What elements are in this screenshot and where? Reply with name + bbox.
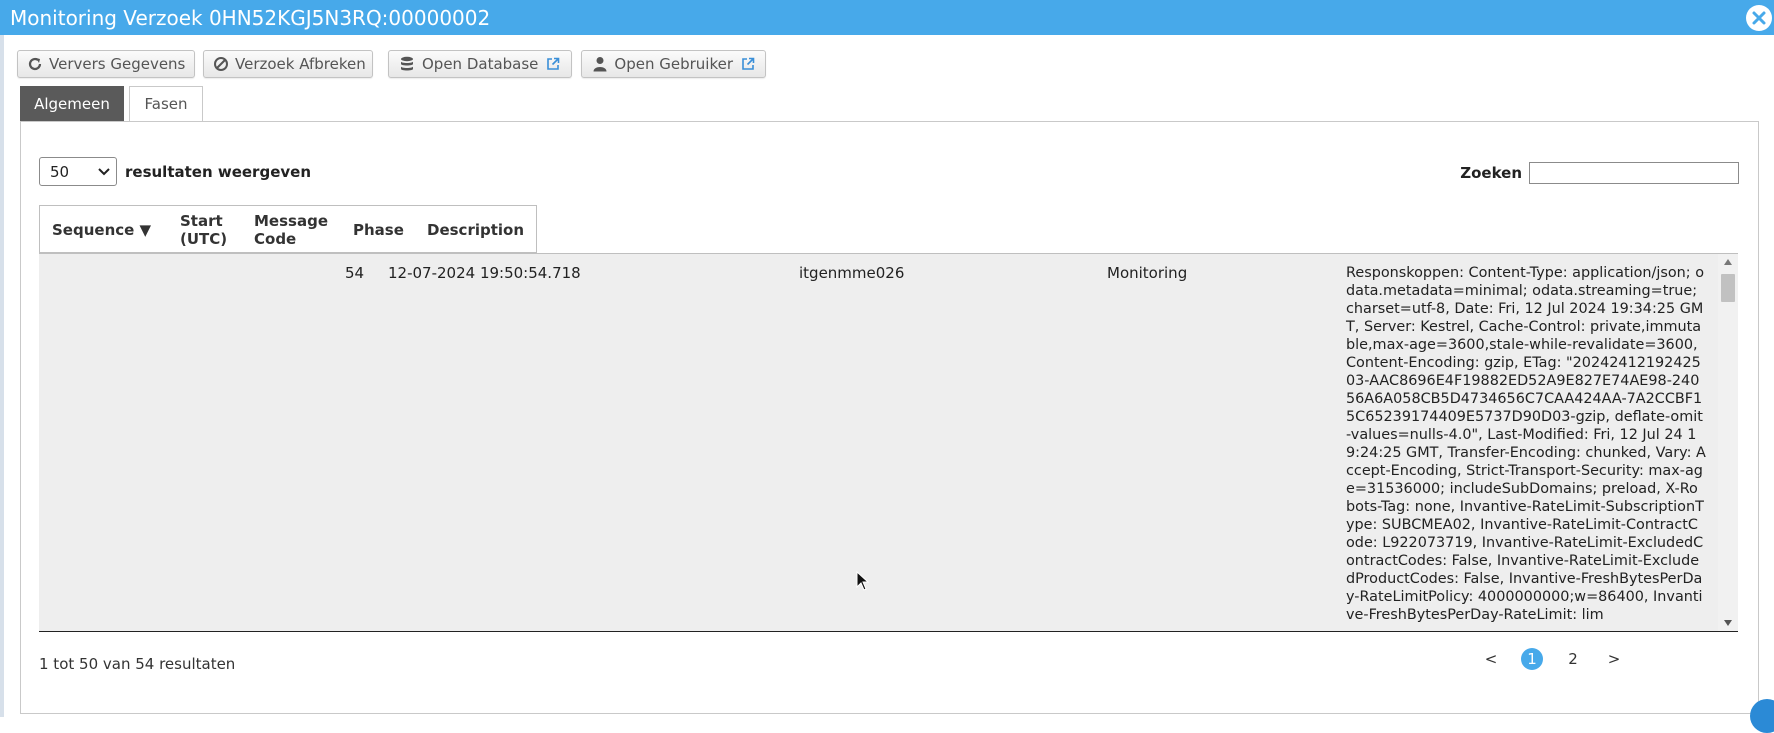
- column-header-description[interactable]: Description: [427, 221, 524, 239]
- column-header-phase[interactable]: Phase: [353, 221, 404, 239]
- cell-description: Responskoppen: Content-Type: application…: [1346, 265, 1706, 623]
- table-info: 1 tot 50 van 54 resultaten: [39, 655, 236, 673]
- pagination-previous[interactable]: <: [1480, 650, 1502, 668]
- cell-start: 12-07-2024 19:50:54.718: [388, 264, 581, 282]
- table-header: Sequence ▼ Start (UTC) Message Code Phas…: [39, 205, 537, 253]
- search-input[interactable]: [1529, 162, 1739, 184]
- column-header-sequence[interactable]: Sequence ▼: [52, 221, 151, 239]
- floating-help-button[interactable]: [1750, 699, 1774, 733]
- window-title: Monitoring Verzoek 0HN52KGJ5N3RQ:0000000…: [10, 6, 491, 30]
- external-link-icon: [546, 57, 560, 71]
- refresh-button[interactable]: Ververs Gegevens: [17, 50, 195, 78]
- tab-fasen[interactable]: Fasen: [129, 86, 203, 122]
- close-button[interactable]: [1746, 5, 1772, 31]
- column-header-message-code[interactable]: Message Code: [254, 212, 328, 248]
- tab-label: Fasen: [144, 95, 188, 113]
- scroll-thumb[interactable]: [1721, 274, 1735, 302]
- pagination-next[interactable]: >: [1603, 650, 1625, 668]
- cell-phase: Monitoring: [1107, 264, 1188, 282]
- column-header-start[interactable]: Start (UTC): [180, 212, 227, 248]
- refresh-icon: [27, 55, 43, 73]
- open-user-label: Open Gebruiker: [614, 55, 733, 73]
- abort-label: Verzoek Afbreken: [235, 55, 366, 73]
- abort-request-button[interactable]: Verzoek Afbreken: [203, 50, 373, 78]
- scroll-up-icon[interactable]: [1722, 257, 1734, 267]
- page-length-select[interactable]: 50: [39, 157, 117, 186]
- table-scrollbar[interactable]: [1718, 254, 1738, 631]
- close-icon: [1752, 11, 1766, 25]
- window-titlebar: Monitoring Verzoek 0HN52KGJ5N3RQ:0000000…: [0, 0, 1774, 35]
- cell-sequence: 54: [345, 264, 365, 282]
- page-length-label: resultaten weergeven: [125, 162, 311, 181]
- table-body: 54 12-07-2024 19:50:54.718 itgenmme026 M…: [39, 253, 1738, 632]
- open-database-button[interactable]: Open Database: [388, 50, 572, 78]
- refresh-label: Ververs Gegevens: [49, 55, 186, 73]
- mouse-cursor-icon: [856, 570, 870, 595]
- tab-label: Algemeen: [34, 95, 110, 113]
- ban-icon: [213, 55, 229, 73]
- search-control: Zoeken: [1460, 162, 1739, 184]
- left-edge: [0, 35, 4, 717]
- page-length-control: 50 resultaten weergeven: [39, 157, 311, 186]
- pagination-page-2[interactable]: 2: [1562, 650, 1584, 668]
- pagination-page-1[interactable]: 1: [1521, 648, 1543, 670]
- scroll-down-icon[interactable]: [1722, 618, 1734, 628]
- cell-message-code: itgenmme026: [799, 264, 905, 282]
- chevron-down-icon: [98, 167, 110, 175]
- pagination: < 1 2 >: [1480, 646, 1625, 672]
- page-length-value: 50: [50, 162, 70, 181]
- search-label: Zoeken: [1460, 164, 1522, 182]
- external-link-icon: [741, 57, 755, 71]
- user-icon: [591, 55, 608, 73]
- tab-algemeen[interactable]: Algemeen: [20, 86, 124, 122]
- database-icon: [398, 55, 416, 73]
- open-database-label: Open Database: [422, 55, 539, 73]
- open-user-button[interactable]: Open Gebruiker: [581, 50, 766, 78]
